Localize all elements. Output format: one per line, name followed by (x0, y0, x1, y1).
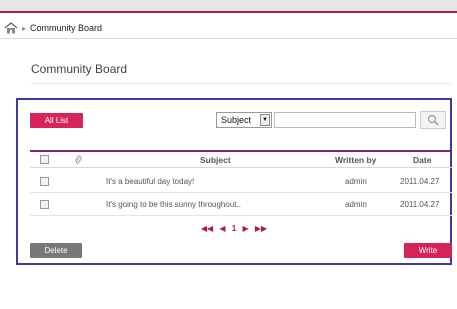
row-author: admin (345, 177, 367, 186)
search-icon (427, 114, 439, 126)
write-button[interactable]: Write (404, 243, 452, 258)
row-author: admin (345, 200, 367, 209)
breadcrumb-separator-icon: ▸ (22, 23, 27, 33)
row-subject[interactable]: It's going to be this sunny throughout.. (106, 194, 241, 215)
table-row[interactable]: It's going to be this sunny throughout..… (30, 194, 452, 216)
delete-button[interactable]: Delete (30, 243, 82, 258)
search-field-select[interactable]: Subject ▼ (216, 112, 272, 128)
row-date: 2011.04.27 (400, 200, 440, 209)
title-divider (31, 83, 451, 84)
search-field-selected: Subject (221, 115, 252, 125)
next-page-icon[interactable]: ▶ (242, 224, 248, 233)
breadcrumb: ▸ Community Board (0, 18, 457, 39)
search-input[interactable] (274, 112, 416, 128)
pagination: ◀◀ ◀ 1 ▶ ▶▶ (18, 224, 450, 233)
row-checkbox[interactable] (40, 177, 49, 186)
current-page-number[interactable]: 1 (232, 224, 236, 233)
chevron-down-icon[interactable]: ▼ (260, 114, 270, 126)
home-icon[interactable] (4, 22, 18, 34)
select-all-checkbox[interactable] (40, 155, 49, 164)
attachment-icon (74, 152, 82, 167)
all-list-button[interactable]: All List (30, 113, 83, 128)
select-all-cell (40, 152, 49, 167)
prev-page-icon[interactable]: ◀ (219, 224, 225, 233)
header-date[interactable]: Date (413, 152, 431, 167)
last-page-icon[interactable]: ▶▶ (255, 224, 267, 233)
row-subject[interactable]: It's a beautiful day today! (106, 171, 194, 192)
row-checkbox[interactable] (40, 200, 49, 209)
header-subject[interactable]: Subject (200, 152, 231, 167)
top-accent-line (0, 11, 457, 13)
breadcrumb-current[interactable]: Community Board (30, 23, 102, 33)
table-header: Subject Written by Date (30, 150, 452, 168)
row-date: 2011.04.27 (400, 177, 440, 186)
board-panel: All List Subject ▼ Subject Written by Da… (16, 98, 452, 265)
first-page-icon[interactable]: ◀◀ (201, 224, 213, 233)
page-title: Community Board (31, 62, 128, 76)
search-button[interactable] (420, 111, 446, 129)
header-written-by[interactable]: Written by (335, 152, 376, 167)
table-row[interactable]: It's a beautiful day today! admin 2011.0… (30, 171, 452, 193)
browser-top-bar (0, 0, 457, 11)
